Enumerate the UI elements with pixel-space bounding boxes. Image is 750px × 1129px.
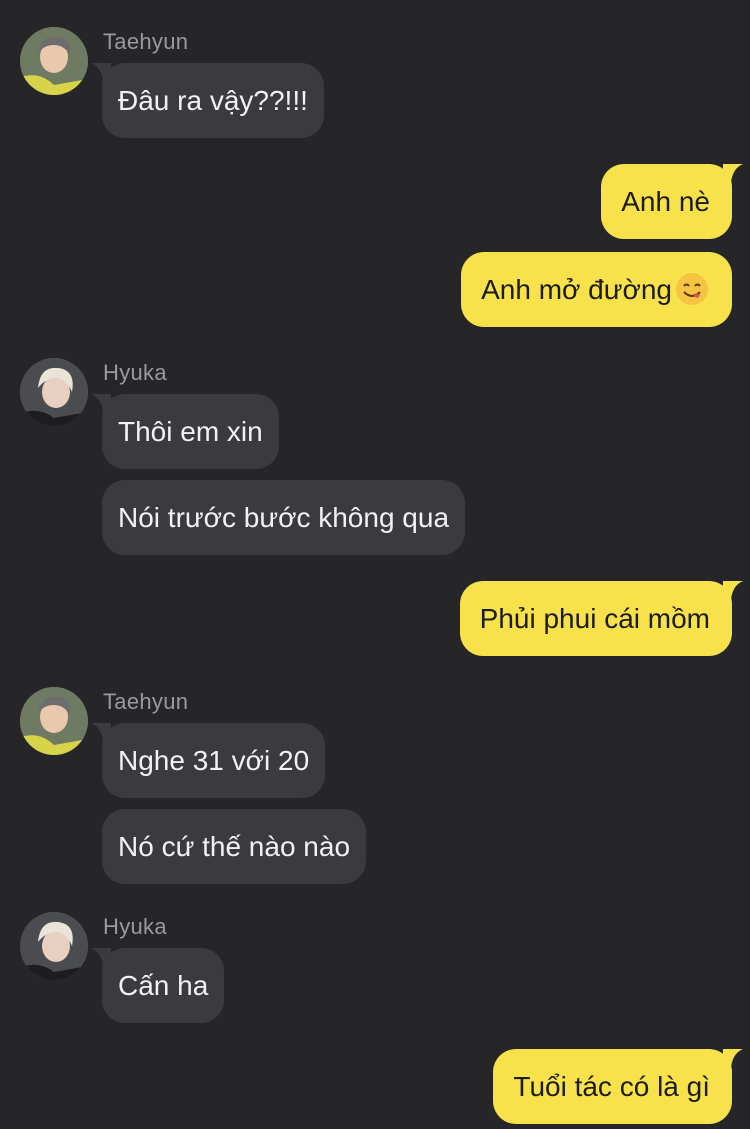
yum-face-emoji-icon [676,272,708,305]
message-bubble-outgoing[interactable]: Anh nè [601,164,743,239]
bubble-tail [723,581,743,599]
message-text: Nghe 31 với 20 [118,745,310,776]
avatar-hyuka[interactable] [20,912,88,980]
message-text: Nó cứ thế nào nào [118,831,351,862]
bubble-tail [723,1049,743,1067]
message-bubble-outgoing[interactable]: Phủi phui cái mồm [459,581,743,656]
sender-name: Hyuka [103,914,167,939]
sender-name: Taehyun [103,29,189,54]
message-text: Tuổi tác có là gì [513,1071,710,1102]
message-text: Phủi phui cái mồm [479,603,710,634]
message-text: Thôi em xin [118,416,263,447]
bubble-tail [91,394,111,412]
avatar-taehyun[interactable] [20,687,88,755]
message-text: Cấn ha [118,970,209,1001]
sender-name: Hyuka [103,360,167,385]
message-text: Nói trước bước không qua [118,502,450,533]
message-bubble-incoming[interactable]: Đâu ra vậy??!!! [91,63,324,138]
avatar-hyuka[interactable] [20,358,88,426]
bubble-tail [91,63,111,81]
message-text: Anh nè [621,186,710,217]
sender-name: Taehyun [103,689,189,714]
message-bubble-incoming[interactable]: Thôi em xin [91,394,279,469]
avatar-taehyun[interactable] [20,27,88,95]
message-bubble-outgoing[interactable]: Anh mở đường [461,252,732,327]
bubble-tail [91,723,111,741]
avatar-image [20,27,88,95]
avatar-image [20,687,88,755]
message-bubble-incoming[interactable]: Nói trước bước không qua [102,480,466,555]
avatar-image [20,912,88,980]
message-bubble-incoming[interactable]: Cấn ha [91,948,225,1023]
bubble-tail [723,164,743,182]
message-text: Anh mở đường [481,274,672,305]
message-text: Đâu ra vậy??!!! [118,85,308,116]
message-bubble-incoming[interactable]: Nó cứ thế nào nào [102,809,367,884]
avatar-image [20,358,88,426]
message-bubble-incoming[interactable]: Nghe 31 với 20 [91,723,326,798]
bubble-tail [91,948,111,966]
message-bubble-outgoing[interactable]: Tuổi tác có là gì [493,1049,743,1124]
